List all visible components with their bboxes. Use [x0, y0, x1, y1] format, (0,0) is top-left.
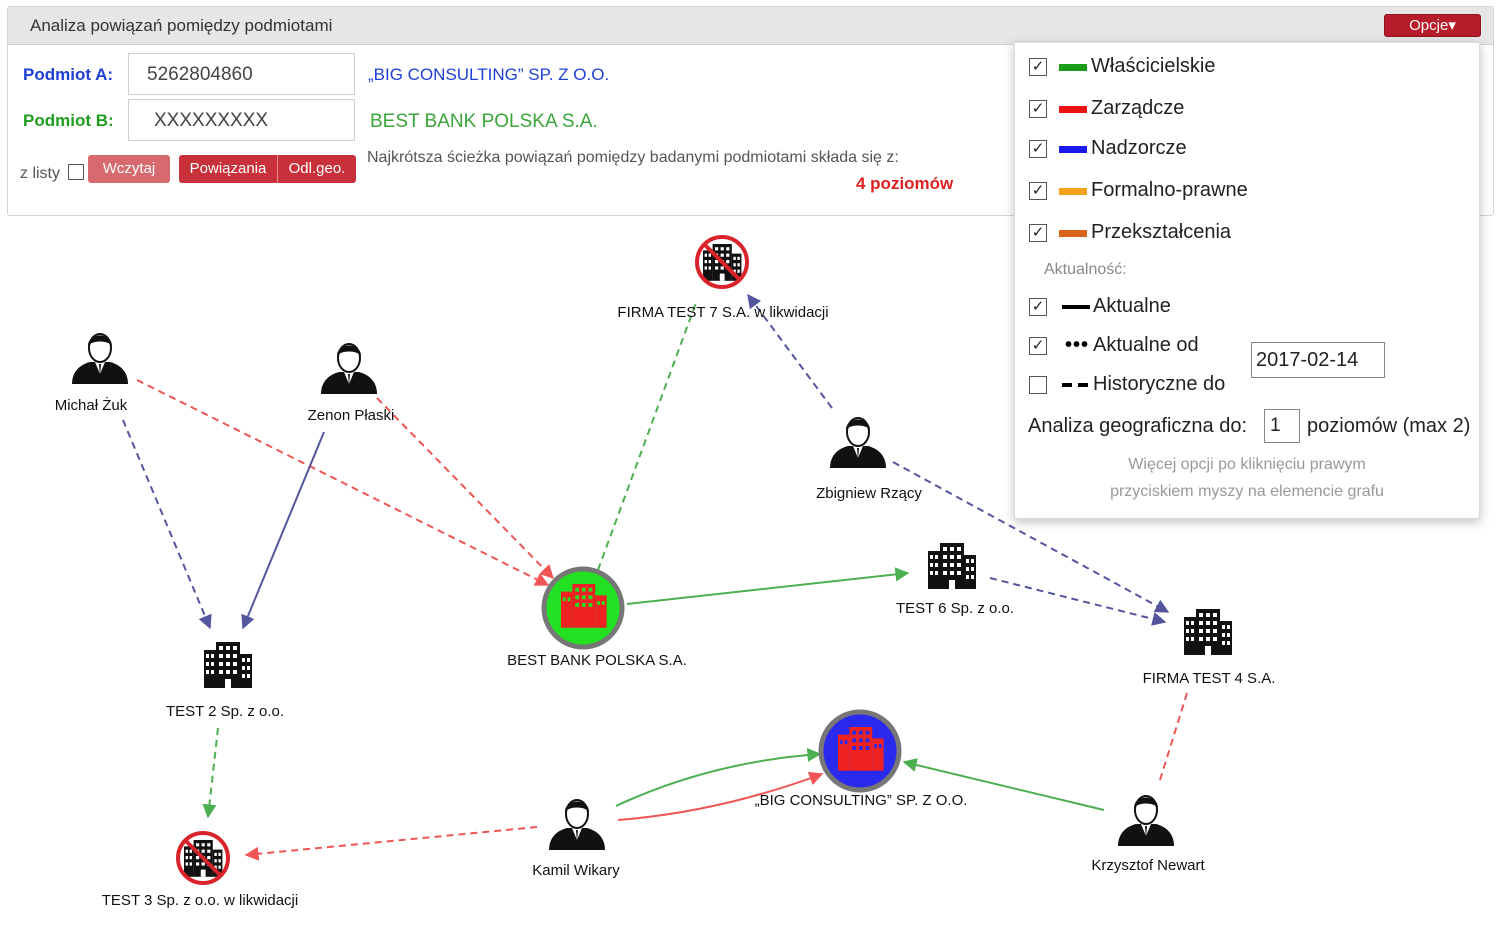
node-label-newart[interactable]: Krzysztof Newart: [1091, 857, 1204, 874]
relations-button[interactable]: Powiązania: [179, 155, 277, 183]
person-icon[interactable]: [71, 333, 129, 385]
solid-line-icon: [1062, 305, 1090, 309]
geo-distance-button[interactable]: Odl.geo.: [277, 155, 356, 183]
subject-b-name-link[interactable]: BEST BANK POLSKA S.A.: [370, 111, 598, 133]
from-list-checkbox[interactable]: [68, 164, 84, 180]
liquidated-company-icon[interactable]: [176, 831, 230, 885]
node-label-test2[interactable]: TEST 2 Sp. z o.o.: [166, 703, 284, 720]
person-icon[interactable]: [1117, 795, 1175, 847]
color-swatch: [1059, 230, 1087, 237]
dotted-line-icon: •••: [1065, 334, 1090, 356]
from-list-label: z listy: [20, 165, 60, 182]
hint-line-2: przyciskiem myszy na elemencie grafu: [1110, 483, 1384, 500]
checkbox-icon[interactable]: ✓: [1029, 337, 1047, 355]
actuality-label: Aktualne od: [1093, 334, 1199, 356]
options-button[interactable]: Opcje▾: [1384, 14, 1481, 37]
node-label-plaski[interactable]: Zenon Płaski: [308, 407, 395, 424]
geo-analysis-label: Analiza geograficzna do:: [1028, 415, 1248, 437]
subject-a-name-link[interactable]: „BIG CONSULTING” SP. Z O.O.: [368, 65, 609, 85]
geo-levels-input[interactable]: 1: [1264, 409, 1300, 443]
checkbox-icon[interactable]: ✓: [1029, 298, 1047, 316]
edge-zuk-test2[interactable]: [122, 419, 212, 630]
person-icon[interactable]: [548, 799, 606, 851]
checkbox-icon[interactable]: [1029, 376, 1047, 394]
color-swatch: [1059, 146, 1087, 153]
edge-bestbank-test6[interactable]: [626, 567, 910, 605]
dashed-line-icon: [1078, 383, 1088, 387]
relation-type-label: Zarządcze: [1091, 97, 1185, 119]
liquidated-company-icon[interactable]: [695, 235, 749, 289]
actuality-label: Aktualne: [1093, 295, 1171, 317]
shortest-path-levels: 4 poziomów: [856, 174, 954, 193]
checkbox-icon[interactable]: ✓: [1029, 58, 1047, 76]
edge-newart-firma4[interactable]: [1159, 689, 1189, 781]
edge-test2-test3[interactable]: [202, 727, 219, 819]
panel-header: Analiza powiązań pomiędzy podmiotami Opc…: [8, 7, 1493, 45]
checkbox-icon[interactable]: ✓: [1029, 224, 1047, 242]
node-label-firma7[interactable]: FIRMA TEST 7 S.A. w likwidacji: [617, 304, 828, 321]
geo-levels-suffix: poziomów (max 2): [1307, 415, 1471, 437]
node-label-wikary[interactable]: Kamil Wikary: [532, 862, 620, 879]
panel-title: Analiza powiązań pomiędzy podmiotami: [30, 16, 333, 35]
subject-b-input[interactable]: XXXXXXXXX: [128, 99, 355, 141]
relation-type-label: Właścicielskie: [1091, 55, 1216, 77]
hint-line-1: Więcej opcji po kliknięciu prawym: [1128, 456, 1366, 473]
color-swatch: [1059, 106, 1087, 113]
node-label-zuk[interactable]: Michał Żuk: [55, 397, 128, 414]
edge-bestbank-firma7[interactable]: [597, 299, 698, 571]
edge-wikary-test3[interactable]: [244, 826, 538, 861]
color-swatch: [1059, 64, 1087, 71]
checkbox-icon[interactable]: ✓: [1029, 100, 1047, 118]
person-icon[interactable]: [829, 417, 887, 469]
edge-plaski-test2[interactable]: [241, 431, 325, 630]
person-icon[interactable]: [320, 343, 378, 395]
subject-a-label: Podmiot A:: [23, 65, 114, 84]
subject-a-input[interactable]: 5262804860: [128, 53, 355, 95]
subject-b-label: Podmiot B:: [23, 111, 114, 130]
edge-test6-firma4[interactable]: [989, 577, 1167, 626]
actuality-heading: Aktualność:: [1044, 261, 1127, 278]
node-label-firma4[interactable]: FIRMA TEST 4 S.A.: [1143, 670, 1276, 687]
options-dropdown: ✓ Właścicielskie ✓ Zarządcze ✓ Nadzorcze…: [1014, 42, 1480, 519]
relation-type-label: Nadzorcze: [1091, 137, 1187, 159]
node-label-bigcons[interactable]: „BIG CONSULTING” SP. Z O.O.: [755, 792, 968, 809]
dashed-line-icon: [1062, 383, 1072, 387]
load-button[interactable]: Wczytaj: [88, 155, 170, 183]
company-icon[interactable]: [928, 543, 976, 589]
subject-a-company-icon[interactable]: [818, 709, 902, 793]
node-label-rzacy[interactable]: Zbigniew Rzący: [816, 485, 922, 502]
shortest-path-text: Najkrótsza ścieżka powiązań pomiędzy bad…: [367, 149, 899, 166]
edge-plaski-bestbank[interactable]: [376, 397, 554, 580]
relation-type-label: Formalno-prawne: [1091, 179, 1248, 201]
checkbox-icon[interactable]: ✓: [1029, 140, 1047, 158]
relation-type-label: Przekształcenia: [1091, 221, 1232, 243]
actuality-label: Historyczne do: [1093, 373, 1226, 395]
company-icon[interactable]: [1184, 609, 1232, 655]
checkbox-icon[interactable]: ✓: [1029, 182, 1047, 200]
node-label-test3[interactable]: TEST 3 Sp. z o.o. w likwidacji: [102, 892, 298, 909]
node-label-bestbank[interactable]: BEST BANK POLSKA S.A.: [507, 652, 687, 669]
company-icon[interactable]: [204, 642, 252, 688]
subject-b-company-icon[interactable]: [541, 566, 625, 650]
node-label-test6[interactable]: TEST 6 Sp. z o.o.: [896, 600, 1014, 617]
color-swatch: [1059, 188, 1087, 195]
date-input[interactable]: 2017-02-14: [1251, 342, 1385, 378]
